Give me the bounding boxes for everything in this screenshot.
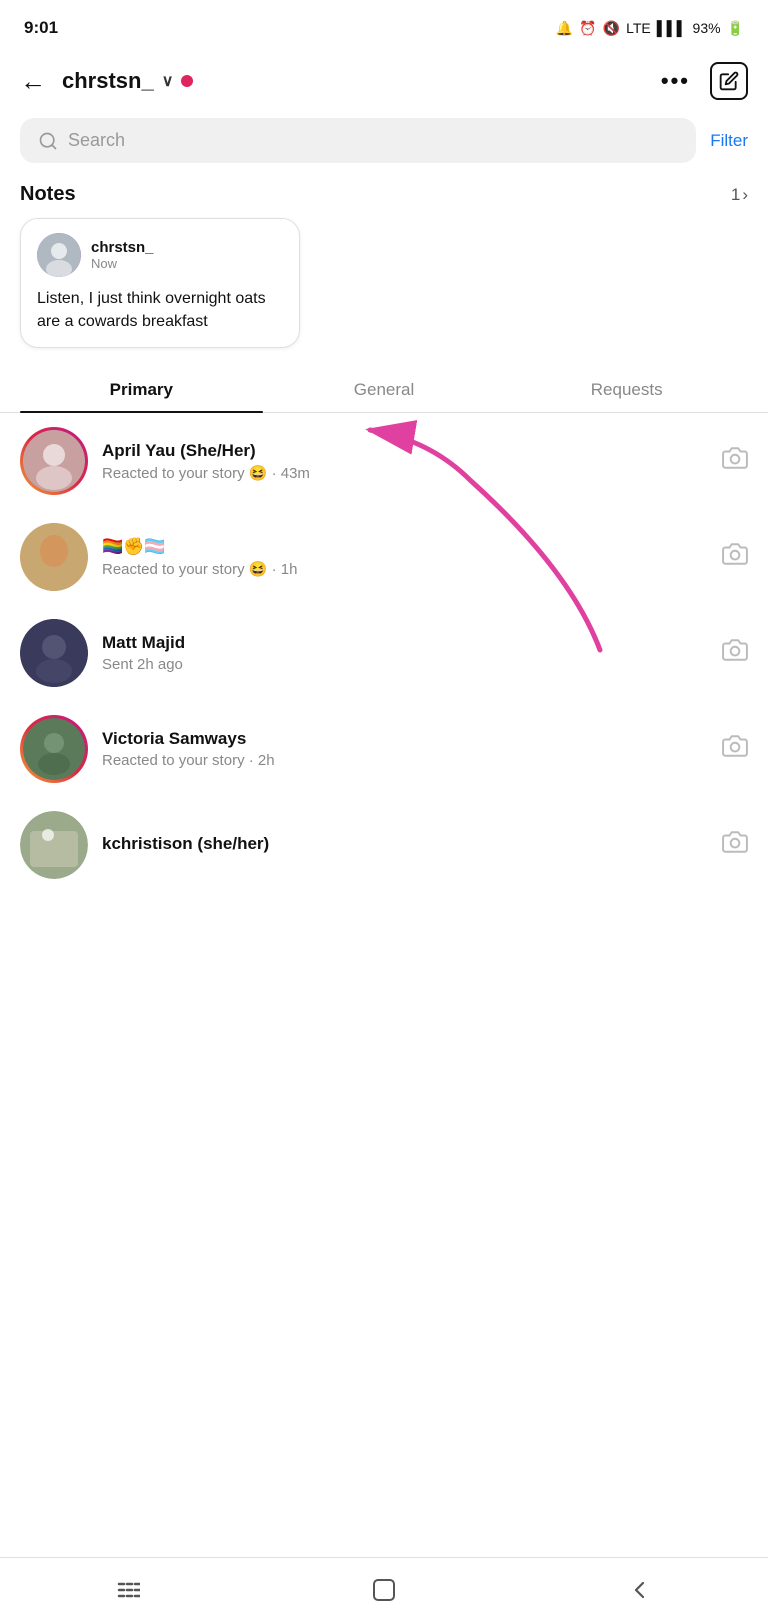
avatar: [20, 811, 88, 879]
message-content: Matt Majid Sent 2h ago: [102, 633, 708, 673]
compose-button[interactable]: [710, 62, 748, 100]
message-preview: Reacted to your story 😆 · 43m: [102, 464, 708, 482]
nav-home-button[interactable]: [359, 1565, 409, 1615]
avatar: [20, 427, 88, 495]
message-sender-name: 🏳️‍🌈✊🏳️‍⚧️: [102, 537, 708, 557]
avatar-image: [37, 233, 81, 277]
notes-header: Notes 1 ›: [0, 177, 768, 218]
search-input[interactable]: Search: [68, 130, 125, 151]
more-options-button[interactable]: •••: [661, 68, 690, 94]
search-icon: [38, 131, 58, 151]
avatar: [20, 619, 88, 687]
camera-icon[interactable]: [722, 637, 748, 669]
message-content: April Yau (She/Her) Reacted to your stor…: [102, 441, 708, 482]
note-time: Now: [91, 256, 154, 271]
status-bar: 9:01 🔔 ⏰ 🔇 LTE ▌▌▌ 93% 🔋: [0, 0, 768, 52]
message-content: Victoria Samways Reacted to your story ·…: [102, 729, 708, 769]
status-right: 🔔 ⏰ 🔇 LTE ▌▌▌ 93% 🔋: [556, 20, 744, 37]
camera-icon[interactable]: [722, 541, 748, 573]
message-item[interactable]: 🏳️‍🌈✊🏳️‍⚧️ Reacted to your story 😆 · 1h: [0, 509, 768, 605]
compose-icon: [719, 71, 739, 91]
lte-label: LTE: [626, 20, 651, 36]
message-sender-name: kchristison (she/her): [102, 834, 708, 854]
message-sender-name: April Yau (She/Her): [102, 441, 708, 461]
search-container: Search Filter: [0, 110, 768, 177]
active-status-dot: [181, 75, 193, 87]
message-item[interactable]: April Yau (She/Her) Reacted to your stor…: [0, 413, 768, 509]
note-card[interactable]: chrstsn_ Now Listen, I just think overni…: [20, 218, 300, 348]
clock-icon: ⏰: [579, 20, 596, 37]
tabs-bar: Primary General Requests: [0, 366, 768, 413]
message-sender-name: Victoria Samways: [102, 729, 708, 749]
mute-icon: 🔇: [603, 20, 620, 37]
message-preview: Sent 2h ago: [102, 656, 708, 673]
header-right: •••: [661, 62, 748, 100]
message-preview: Reacted to your story · 2h: [102, 752, 708, 769]
camera-icon[interactable]: [722, 445, 748, 477]
camera-icon[interactable]: [722, 733, 748, 765]
camera-icon[interactable]: [722, 829, 748, 861]
signal-bars: ▌▌▌: [657, 20, 687, 36]
avatar: [20, 715, 88, 783]
filter-button[interactable]: Filter: [710, 131, 748, 151]
message-sender-name: Matt Majid: [102, 633, 708, 653]
nav-back-button[interactable]: [615, 1565, 665, 1615]
back-icon: [629, 1579, 651, 1601]
tab-requests[interactable]: Requests: [505, 366, 748, 412]
message-item[interactable]: Victoria Samways Reacted to your story ·…: [0, 701, 768, 797]
bottom-nav: [0, 1557, 768, 1621]
note-avatar: [37, 233, 81, 277]
tab-primary[interactable]: Primary: [20, 366, 263, 412]
notes-chevron-icon: ›: [742, 185, 748, 205]
status-time: 9:01: [24, 18, 58, 38]
back-button[interactable]: ←: [20, 66, 46, 97]
message-list: April Yau (She/Her) Reacted to your stor…: [0, 413, 768, 893]
message-item[interactable]: kchristison (she/her): [0, 797, 768, 893]
header: ← chrstsn_ ∨ •••: [0, 52, 768, 110]
note-text: Listen, I just think overnight oats are …: [37, 287, 283, 333]
note-username: chrstsn_: [91, 239, 154, 256]
alarm-icon: 🔔: [556, 20, 573, 37]
message-content: 🏳️‍🌈✊🏳️‍⚧️ Reacted to your story 😆 · 1h: [102, 537, 708, 578]
tab-general[interactable]: General: [263, 366, 506, 412]
menu-icon: [116, 1580, 140, 1600]
home-icon: [370, 1576, 398, 1604]
header-title: chrstsn_ ∨: [62, 68, 193, 94]
chevron-down-icon[interactable]: ∨: [162, 71, 174, 91]
notes-scroll: chrstsn_ Now Listen, I just think overni…: [0, 218, 768, 360]
notes-section-title: Notes: [20, 183, 76, 206]
header-left: ← chrstsn_ ∨: [20, 66, 193, 97]
username-label: chrstsn_: [62, 68, 154, 94]
note-user: chrstsn_ Now: [37, 233, 283, 277]
message-content: kchristison (she/her): [102, 834, 708, 857]
battery-percent: 93%: [693, 20, 721, 36]
battery-icon: 🔋: [727, 20, 744, 37]
search-bar[interactable]: Search: [20, 118, 696, 163]
nav-menu-button[interactable]: [103, 1565, 153, 1615]
message-preview: Reacted to your story 😆 · 1h: [102, 560, 708, 578]
avatar: [20, 523, 88, 591]
notes-count[interactable]: 1 ›: [731, 185, 748, 205]
message-item[interactable]: Matt Majid Sent 2h ago: [0, 605, 768, 701]
